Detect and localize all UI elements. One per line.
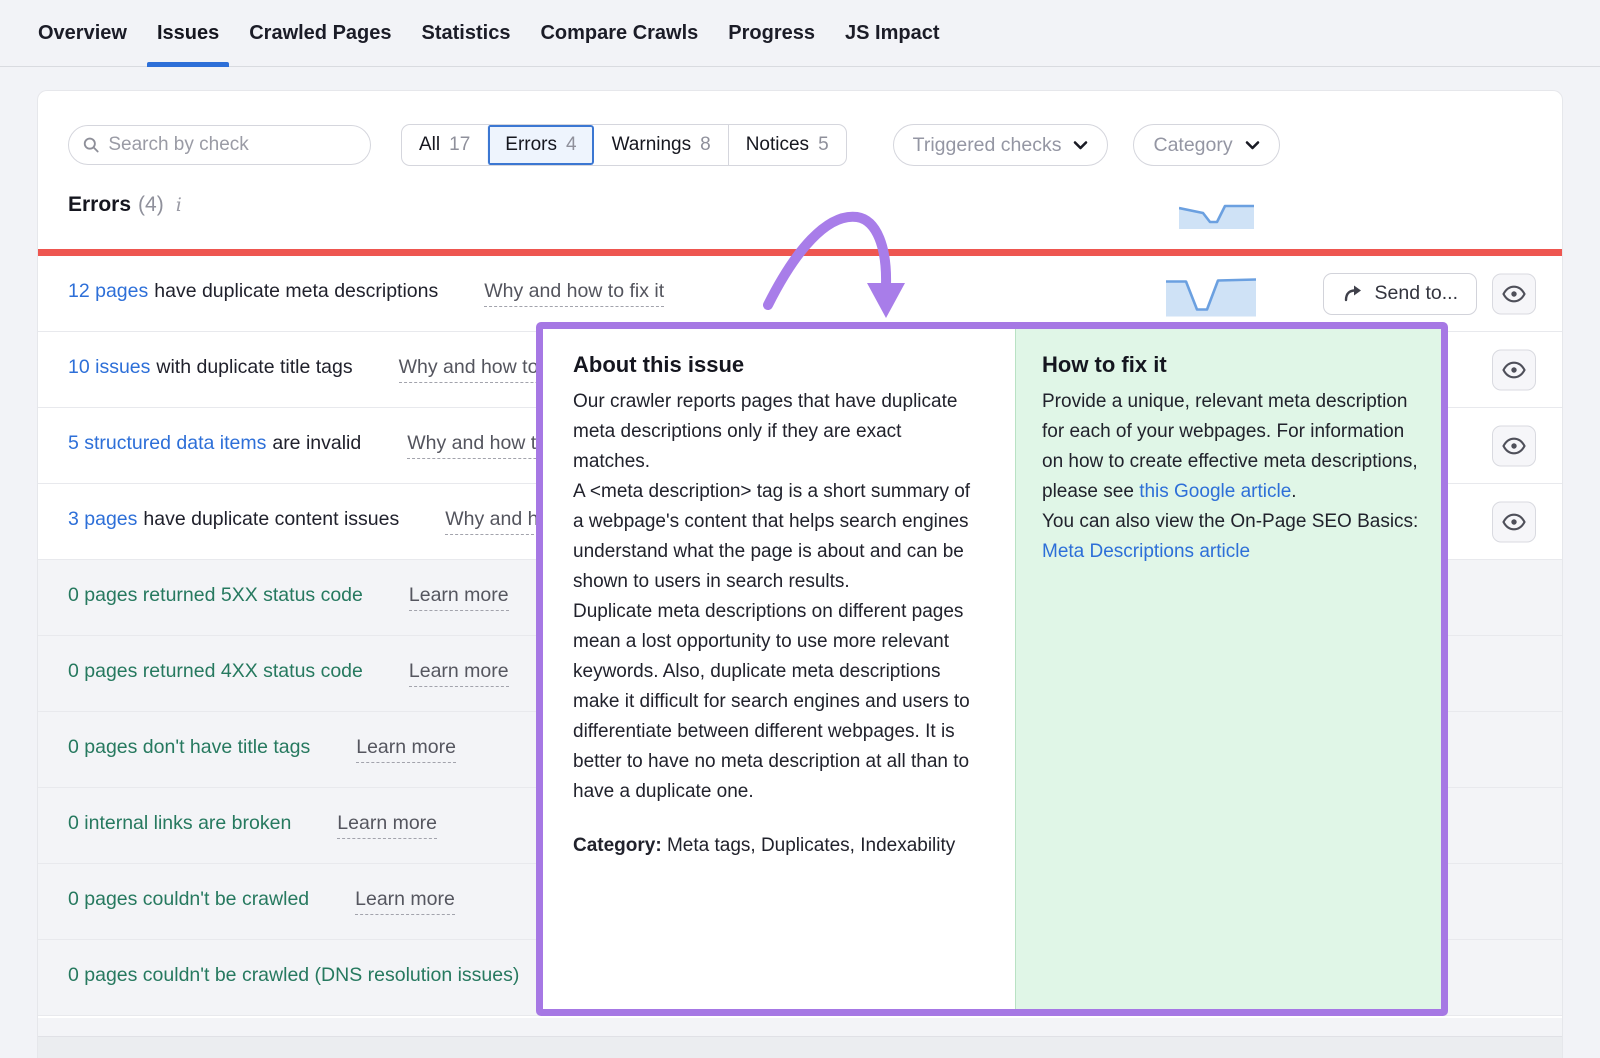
send-arrow-icon: [1342, 284, 1364, 304]
chevron-down-icon: [1073, 140, 1088, 150]
issue-text: have duplicate meta descriptions: [154, 280, 438, 303]
fix-text: You can also view the On-Page SEO Basics…: [1042, 511, 1418, 532]
issue-help-link[interactable]: Learn more: [337, 812, 437, 839]
tab-statistics[interactable]: Statistics: [422, 0, 511, 67]
fix-title: How to fix it: [1042, 352, 1423, 378]
issue-text: 0 pages couldn't be crawled: [68, 888, 309, 911]
triggered-checks-dropdown[interactable]: Triggered checks: [893, 124, 1109, 166]
filter-notices[interactable]: Notices 5: [728, 125, 846, 165]
eye-button[interactable]: [1492, 273, 1536, 314]
fix-text: .: [1291, 481, 1296, 502]
tab-overview[interactable]: Overview: [38, 0, 127, 67]
filter-count: 8: [700, 134, 711, 156]
filter-label: Notices: [746, 134, 809, 156]
category-value: Meta tags, Duplicates, Indexability: [662, 835, 956, 856]
next-section-strip: [38, 1037, 1562, 1058]
eye-icon: [1502, 437, 1526, 454]
issue-count-link[interactable]: 5 structured data items: [68, 432, 266, 455]
filter-warnings[interactable]: Warnings 8: [594, 125, 728, 165]
send-to-label: Send to...: [1375, 282, 1458, 305]
google-article-link[interactable]: this Google article: [1139, 481, 1291, 502]
tab-compare-crawls[interactable]: Compare Crawls: [540, 0, 698, 67]
about-this-issue-panel: About this issue Our crawler reports pag…: [543, 329, 1015, 1009]
how-to-fix-panel: How to fix it Provide a unique, relevant…: [1015, 329, 1441, 1009]
filter-label: All: [419, 134, 440, 156]
category-label: Category:: [573, 835, 662, 856]
issue-row-text: 0 pages returned 5XX status code Learn mo…: [68, 584, 509, 611]
about-title: About this issue: [573, 352, 971, 378]
issue-help-link[interactable]: Learn more: [355, 888, 455, 915]
issue-count-link[interactable]: 3 pages: [68, 508, 137, 531]
nav-tabs-container: Overview Issues Crawled Pages Statistics Com…: [38, 0, 940, 67]
issue-text: have duplicate content issues: [143, 508, 399, 531]
eye-button[interactable]: [1492, 501, 1536, 542]
issue-text: are invalid: [272, 432, 361, 455]
issue-text: 0 pages don't have title tags: [68, 736, 310, 759]
issue-count-link[interactable]: 12 pages: [68, 280, 148, 303]
issue-text: 0 internal links are broken: [68, 812, 291, 835]
search-by-check-box[interactable]: [68, 125, 371, 165]
info-icon[interactable]: i: [176, 194, 182, 216]
section-count: (4): [138, 193, 164, 217]
issue-count-link[interactable]: 10 issues: [68, 356, 150, 379]
category-line: Category: Meta tags, Duplicates, Indexab…: [573, 831, 971, 861]
issue-help-link[interactable]: Why and how to fix it: [484, 280, 664, 307]
filter-errors[interactable]: Errors 4: [487, 125, 593, 165]
issue-row-text: 0 pages returned 4XX status code Learn mo…: [68, 660, 509, 687]
tab-issues[interactable]: Issues: [157, 0, 219, 67]
filters-toolbar: All 17 Errors 4 Warnings 8 Notices 5 Triggered …: [38, 124, 1562, 166]
issue-row-text: 0 pages couldn't be crawled Learn more: [68, 888, 455, 915]
tab-progress[interactable]: Progress: [728, 0, 815, 67]
issue-row-text: 0 pages don't have title tags Learn more: [68, 736, 456, 763]
about-paragraph: Duplicate meta descriptions on different…: [573, 597, 971, 807]
severity-segmented-control: All 17 Errors 4 Warnings 8 Notices 5: [401, 124, 847, 166]
eye-icon: [1502, 285, 1526, 302]
top-nav: Overview Issues Crawled Pages Statistics Com…: [0, 0, 1600, 67]
category-dropdown[interactable]: Category: [1133, 124, 1279, 166]
trend-sparkline: [1166, 271, 1256, 316]
dropdown-label: Category: [1153, 134, 1232, 157]
issue-help-link[interactable]: Learn more: [409, 584, 509, 611]
eye-button[interactable]: [1492, 425, 1536, 466]
filter-all[interactable]: All 17: [402, 125, 487, 165]
issue-text: 0 pages returned 4XX status code: [68, 660, 363, 683]
issue-details-popup: About this issue Our crawler reports pag…: [536, 322, 1448, 1016]
eye-icon: [1502, 513, 1526, 530]
issue-row-text: 10 issueswith duplicate title tagsWhy an…: [68, 356, 579, 383]
issue-text: with duplicate title tags: [156, 356, 352, 379]
search-input[interactable]: [108, 134, 356, 156]
issue-text: 0 pages couldn't be crawled (DNS resolut…: [68, 964, 519, 987]
meta-descriptions-article-link[interactable]: Meta Descriptions article: [1042, 541, 1250, 562]
issue-text: 0 pages returned 5XX status code: [68, 584, 363, 607]
issue-help-link[interactable]: Learn more: [356, 736, 456, 763]
issue-help-link[interactable]: Learn more: [409, 660, 509, 687]
issue-row-text: 0 internal links are broken Learn more: [68, 812, 437, 839]
about-paragraph: Our crawler reports pages that have dupl…: [573, 387, 971, 477]
tab-crawled-pages[interactable]: Crawled Pages: [249, 0, 391, 67]
about-paragraph: A <meta description> tag is a short summ…: [573, 477, 971, 597]
site-audit-issues-page: { "nav": { "active": "Issues", "tabs": […: [0, 0, 1600, 1058]
section-trend-sparkline: [1179, 199, 1254, 229]
eye-icon: [1502, 361, 1526, 378]
chevron-down-icon: [1245, 140, 1260, 150]
filter-count: 17: [449, 134, 470, 156]
filter-label: Errors: [505, 134, 557, 156]
search-icon: [83, 136, 99, 154]
send-to-button[interactable]: Send to...: [1323, 273, 1477, 315]
tab-js-impact[interactable]: JS Impact: [845, 0, 939, 67]
issue-row-text: 5 structured data itemsare invalidWhy an…: [68, 432, 587, 459]
next-row-partial: [38, 1018, 1562, 1037]
eye-button[interactable]: [1492, 349, 1536, 390]
section-title: Errors: [68, 193, 131, 217]
filter-count: 5: [818, 134, 829, 156]
filter-count: 4: [566, 134, 577, 156]
dropdown-filters: Triggered checks Category: [847, 124, 1280, 166]
errors-section-header: Errors (4) i: [68, 193, 182, 217]
annotation-arrow-icon: [745, 193, 920, 333]
filter-label: Warnings: [612, 134, 692, 156]
dropdown-label: Triggered checks: [913, 134, 1062, 157]
issue-row-text: 12 pages have duplicate meta descriptions…: [68, 280, 664, 307]
